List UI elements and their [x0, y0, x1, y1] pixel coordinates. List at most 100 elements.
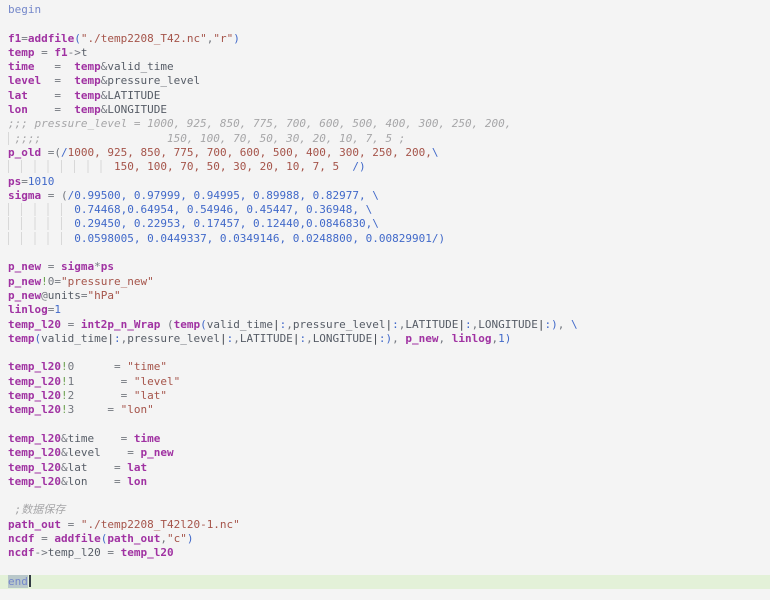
member-token: LONGITUDE [478, 318, 538, 331]
code-area[interactable]: begin f1=addfile("./temp2208_T42.nc","r")… [0, 0, 770, 600]
pipe-token: | [107, 332, 114, 345]
variable-token: temp [8, 46, 35, 59]
variable-token: lon [8, 103, 28, 116]
code-line: linlog=1 [8, 303, 770, 317]
variable-token: temp [74, 60, 101, 73]
operator-token: , [392, 332, 405, 345]
variable-token: path_out [8, 518, 61, 531]
operator-token: = [41, 146, 54, 159]
variable-token: temp [174, 318, 201, 331]
variable-token: level [8, 74, 41, 87]
code-line: time = temp&valid_time [8, 60, 770, 74]
variable-token: temp_l20 [8, 432, 61, 445]
variable-token: temp_l20 [8, 360, 61, 373]
code-line: temp_l20&lon = lon [8, 475, 770, 489]
operator-token: = [41, 260, 61, 273]
code-line: p_new@units="hPa" [8, 289, 770, 303]
bang-token: ! [61, 389, 68, 402]
string-token: "pressure_new" [61, 275, 154, 288]
variable-token: p_new [8, 275, 41, 288]
string-token: "c" [167, 532, 187, 545]
code-line [8, 489, 770, 503]
variable-token: p_new [8, 260, 41, 273]
operator-token: = [74, 389, 134, 402]
number-token: / [61, 146, 68, 159]
string-token: 1000, 925, 850, 775, 700, 600, 500, 400,… [68, 146, 432, 159]
code-line: temp_l20!3 = "lon" [8, 403, 770, 417]
operator-token: = [54, 275, 61, 288]
variable-token: p_new [8, 289, 41, 302]
operator-token: & [61, 475, 68, 488]
operator-token: & [61, 446, 68, 459]
code-line [8, 561, 770, 575]
operator-token [339, 160, 352, 173]
member-token: valid_time [107, 60, 173, 73]
number-token: : [392, 318, 399, 331]
variable-token: temp_l20 [8, 461, 61, 474]
string-token: "./temp2208_T42l20-1.nc" [81, 518, 240, 531]
number-token: 1 [498, 332, 505, 345]
code-line: lon = temp&LONGITUDE [8, 103, 770, 117]
bang-token: ! [41, 275, 48, 288]
operator-token: = [28, 103, 74, 116]
code-line: f1=addfile("./temp2208_T42.nc","r") [8, 32, 770, 46]
code-line: ;数据保存 [8, 503, 770, 517]
variable-token: temp_l20 [8, 403, 61, 416]
member-token: time [68, 432, 95, 445]
sel-token: end [8, 575, 28, 588]
text-cursor [29, 575, 31, 587]
operator-token: = [74, 360, 127, 373]
operator-token: = [61, 318, 81, 331]
operator-token: , [160, 532, 167, 545]
variable-token: addfile [54, 532, 100, 545]
number-token: /0.99500, 0.97999, 0.94995, 0.89988, 0.8… [68, 189, 379, 202]
pipe-token: | [372, 332, 379, 345]
variable-token: temp_l20 [8, 389, 61, 402]
operator-token: = [101, 446, 141, 459]
member-token: temp_l20 [48, 546, 101, 559]
code-line: path_out = "./temp2208_T42l20-1.nc" [8, 518, 770, 532]
code-line: lat = temp&LATITUDE [8, 89, 770, 103]
comment-token: ;数据保存 [8, 503, 65, 516]
operator-token: -> [35, 546, 48, 559]
member-token: valid_time [207, 318, 273, 331]
string-token: "lon" [121, 403, 154, 416]
number-token: 1010 [28, 175, 55, 188]
variable-token: temp_l20 [8, 375, 61, 388]
code-line: end [0, 575, 770, 589]
variable-token: p_new [140, 446, 173, 459]
code-line: p_old =(/1000, 925, 850, 775, 700, 600, … [8, 146, 770, 160]
code-line: temp = f1->t [8, 46, 770, 60]
member-token: pressure_level [293, 318, 386, 331]
member-token: level [68, 446, 101, 459]
code-line: temp(valid_time|:,pressure_level|:,LATIT… [8, 332, 770, 346]
string-token: "hPa" [88, 289, 121, 302]
variable-token: temp_l20 [8, 475, 61, 488]
code-line [8, 418, 770, 432]
operator-token: = [35, 532, 55, 545]
string-token: "lat" [134, 389, 167, 402]
operator-token: , [558, 318, 571, 331]
operator-token: , [439, 332, 452, 345]
indent-guide [8, 217, 74, 230]
string-token: "r" [213, 32, 233, 45]
code-line: temp_l20!1 = "level" [8, 375, 770, 389]
variable-token: sigma [8, 189, 41, 202]
code-line: temp_l20!2 = "lat" [8, 389, 770, 403]
member-token: lon [68, 475, 88, 488]
variable-token: temp_l20 [8, 318, 61, 331]
operator-token: ( [54, 146, 61, 159]
number-token: ) [233, 32, 240, 45]
code-line: 0.29450, 0.22953, 0.17457, 0.12440,0.084… [8, 217, 770, 231]
indent-guide [8, 160, 114, 173]
keyword-token: begin [8, 3, 41, 16]
operator-token: = [61, 518, 81, 531]
member-token: LONGITUDE [107, 103, 167, 116]
code-line: 150, 100, 70, 50, 30, 20, 10, 7, 5 /) [8, 160, 770, 174]
number-token: ( [200, 318, 207, 331]
bang-token: ! [61, 375, 68, 388]
number-token: 1 [54, 303, 61, 316]
indent-guide [8, 203, 74, 216]
operator-token: = [35, 46, 55, 59]
operator-token: -> [68, 46, 81, 59]
